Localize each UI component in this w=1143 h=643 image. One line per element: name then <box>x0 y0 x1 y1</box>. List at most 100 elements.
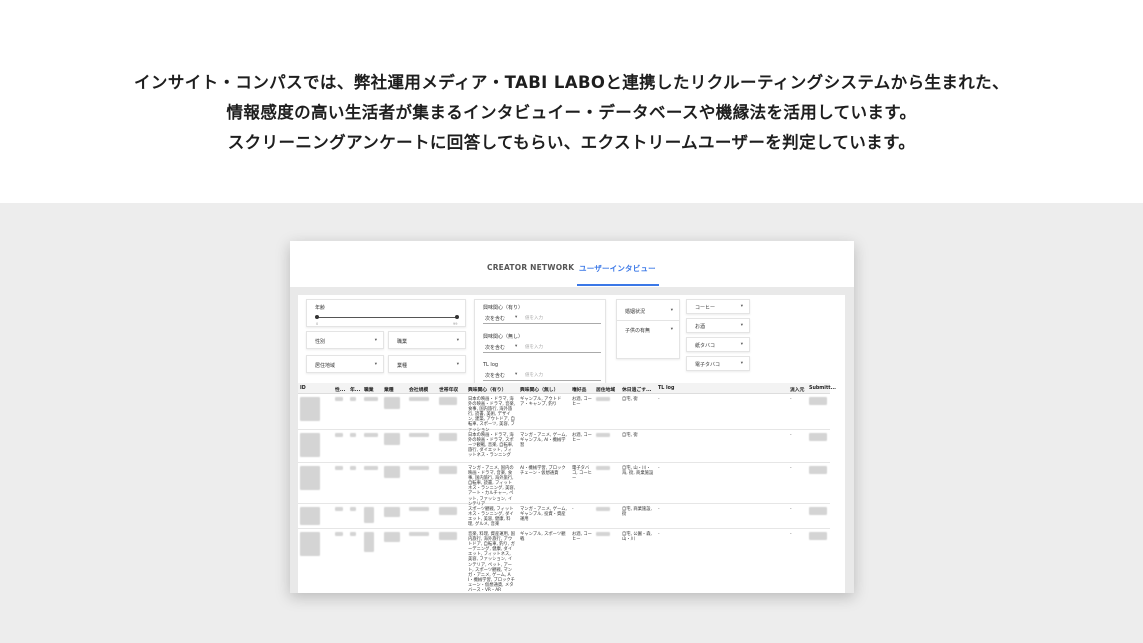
redacted-cell <box>439 532 457 540</box>
interest-yes-input[interactable]: 値を入力 <box>525 315 543 321</box>
chevron-down-icon: ▾ <box>670 327 673 332</box>
redacted-cell <box>596 433 610 437</box>
source-cell: - <box>790 532 792 537</box>
table-row[interactable]: 日本の映画・ドラマ, 海外の映画・ドラマ, スポーツ観戦, 音楽, 自転車, 旅… <box>298 430 830 463</box>
tab-creator-network[interactable]: CREATOR NETWORK <box>487 263 574 272</box>
chevron-down-icon: ▾ <box>740 361 743 366</box>
redacted-cell <box>350 433 356 437</box>
preference-cell: - <box>572 507 574 512</box>
col-source[interactable]: 流入元 <box>790 386 804 393</box>
redacted-id <box>300 507 320 525</box>
col-submitted[interactable]: Submitt... <box>809 386 836 391</box>
redacted-cell <box>364 433 378 437</box>
redacted-cell <box>335 466 343 470</box>
holiday-cell: 自宅, 公園・森, 山・川 <box>622 532 652 543</box>
tl-log-mode[interactable]: 次を含む <box>485 372 505 379</box>
input-underline <box>483 380 601 381</box>
residence-select-label: 居住地域 <box>315 363 336 369</box>
redacted-cell <box>409 507 429 511</box>
tl-log-cell: - <box>658 532 660 537</box>
redacted-cell <box>409 433 429 437</box>
redacted-cell <box>384 507 400 517</box>
redacted-id <box>300 397 320 421</box>
redacted-cell <box>809 532 827 540</box>
col-interest-no[interactable]: 興味関心（無し） <box>520 386 558 393</box>
redacted-cell <box>809 466 827 474</box>
age-slider-min-handle[interactable] <box>315 315 319 319</box>
redacted-cell <box>384 433 400 445</box>
interest-no-mode[interactable]: 次を含む <box>485 344 505 351</box>
cigarette-select[interactable]: 紙タバコ ▾ <box>686 337 750 352</box>
active-tab-indicator <box>577 284 659 286</box>
interest-no-cell: ギャンブル, スポーツ観戦 <box>520 532 566 543</box>
occupation-select[interactable]: 職業 ▾ <box>388 331 466 349</box>
redacted-id <box>300 466 320 490</box>
table-row[interactable]: スポーツ観戦, フィットネス・ランニング, ダイエット, 美容, 健康, 料理,… <box>298 504 830 529</box>
redacted-cell <box>335 433 343 437</box>
tab-user-interview[interactable]: ユーザーインタビュー <box>579 263 656 274</box>
ecig-select[interactable]: 電子タバコ ▾ <box>686 356 750 371</box>
intro-line-2: 情報感度の高い生活者が集まるインタビュイー・データベースや機縁法を活用しています… <box>226 102 917 122</box>
col-holiday[interactable]: 休日過ごす... <box>622 386 652 393</box>
preference-cell: 電子タバコ, コーヒー <box>572 466 592 482</box>
redacted-id <box>300 532 320 556</box>
col-age[interactable]: 年... <box>350 386 360 393</box>
col-occupation[interactable]: 職業 <box>364 386 374 393</box>
divider <box>617 320 679 321</box>
redacted-cell <box>350 397 356 401</box>
table-row[interactable]: 音楽, 料理, 資産運用, 国内旅行, 海外旅行, アウトドア, 自転車, 釣り… <box>298 529 830 593</box>
interest-yes-cell: マンガ・アニメ, 国内の映画・ドラマ, 音楽, 食事, 国内旅行, 海外旅行, … <box>468 466 516 507</box>
table-row[interactable]: 日本の映画・ドラマ, 海外の映画・ドラマ, 音楽, 食事, 国内旅行, 海外旅行… <box>298 394 830 433</box>
chevron-down-icon: ▾ <box>374 338 377 343</box>
age-slider-max-handle[interactable] <box>455 315 459 319</box>
holiday-cell: 自宅, 街 <box>622 433 638 438</box>
ecig-select-label: 電子タバコ <box>695 362 721 368</box>
col-id[interactable]: ID <box>300 386 306 391</box>
source-cell: - <box>790 466 792 471</box>
interest-no-cell: ギャンブル, アウトドア・キャンプ, 釣り <box>520 397 562 408</box>
family-filters: 婚姻状況 ▾ 子供の有無 ▾ <box>616 299 680 359</box>
col-tl-log[interactable]: TL log <box>658 386 674 391</box>
redacted-cell <box>439 507 457 515</box>
occupation-select-label: 職業 <box>397 339 408 345</box>
intro-line-3: スクリーニングアンケートに回答してもらい、エクストリームユーザーを判定しています… <box>227 132 916 152</box>
chevron-down-icon: ▾ <box>740 304 743 309</box>
interest-no-input[interactable]: 値を入力 <box>525 344 543 350</box>
industry-select[interactable]: 業種 ▾ <box>388 355 466 373</box>
chevron-down-icon: ▾ <box>456 362 459 367</box>
redacted-cell <box>439 433 457 441</box>
app-screenshot: CREATOR NETWORK ユーザーインタビュー 年齢 0 99 性別 ▾ … <box>290 241 854 593</box>
col-interest-yes[interactable]: 興味関心（有り） <box>468 386 506 393</box>
alcohol-select[interactable]: お酒 ▾ <box>686 318 750 333</box>
interest-no-cell: マンガ・アニメ, ゲーム, ギャンブル, AI・機械学習 <box>520 433 567 449</box>
redacted-cell <box>596 397 610 401</box>
redacted-cell <box>596 466 610 470</box>
alcohol-select-label: お酒 <box>695 324 706 330</box>
redacted-id <box>300 433 320 457</box>
redacted-cell <box>335 507 343 511</box>
col-residence[interactable]: 居住地域 <box>596 386 615 393</box>
col-company-size[interactable]: 会社規模 <box>409 386 428 393</box>
table-row[interactable]: マンガ・アニメ, 国内の映画・ドラマ, 音楽, 食事, 国内旅行, 海外旅行, … <box>298 463 830 507</box>
coffee-select[interactable]: コーヒー ▾ <box>686 299 750 314</box>
chevron-down-icon: ▾ <box>515 372 518 377</box>
input-underline <box>483 352 601 353</box>
gender-select[interactable]: 性別 ▾ <box>306 331 384 349</box>
redacted-cell <box>364 532 374 552</box>
coffee-select-label: コーヒー <box>695 305 716 311</box>
col-industry[interactable]: 業種 <box>384 386 394 393</box>
col-household-income[interactable]: 世帯年収 <box>439 386 458 393</box>
preference-cell: お酒, コーヒー <box>572 397 592 408</box>
col-preference[interactable]: 嗜好品 <box>572 386 586 393</box>
chevron-down-icon: ▾ <box>515 344 518 349</box>
redacted-cell <box>409 466 429 470</box>
residence-select[interactable]: 居住地域 ▾ <box>306 355 384 373</box>
redacted-cell <box>364 397 378 401</box>
interest-yes-mode[interactable]: 次を含む <box>485 315 505 322</box>
redacted-cell <box>809 433 827 441</box>
input-underline <box>483 323 601 324</box>
chevron-down-icon: ▾ <box>374 362 377 367</box>
tl-log-input[interactable]: 値を入力 <box>525 372 543 378</box>
redacted-cell <box>335 532 343 536</box>
col-gender[interactable]: 性... <box>335 386 345 393</box>
